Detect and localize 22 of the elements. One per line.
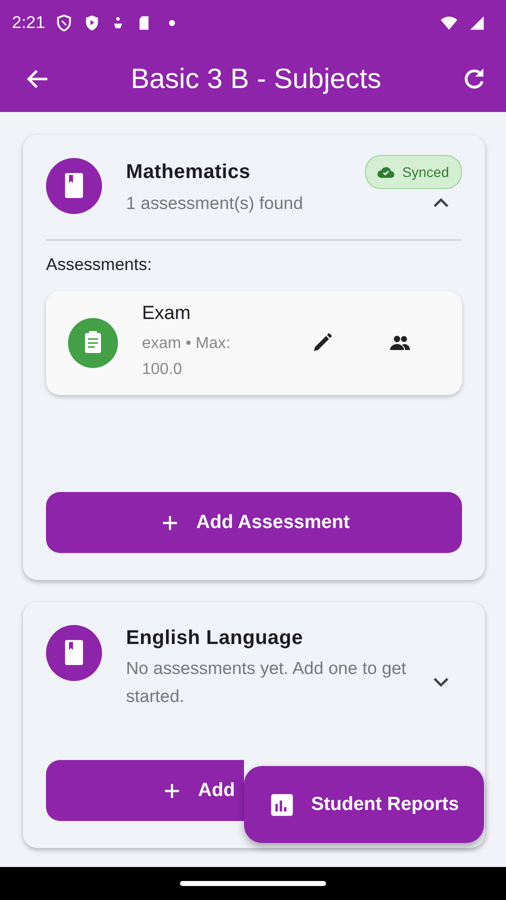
add-assessment-button[interactable]: Add — [46, 760, 244, 821]
home-handle[interactable] — [180, 881, 326, 886]
assessment-summary: 1 assessment(s) found — [126, 192, 304, 215]
assessment-title: Exam — [142, 303, 192, 325]
assessment-summary: No assessments yet. Add one to get started. — [126, 657, 408, 708]
synced-status: Synced — [365, 155, 462, 189]
subject-title: English Language — [126, 626, 304, 650]
student-reports-button[interactable]: Student Reports — [244, 766, 484, 843]
status-time: 2:21 — [12, 12, 46, 32]
screen-title: Basic 3 B - Subjects — [130, 62, 382, 94]
signal-icon — [468, 14, 486, 32]
wifi-icon — [440, 14, 458, 32]
shield-icon — [55, 14, 74, 32]
book-icon — [46, 158, 102, 214]
subject-title: Mathematics — [126, 160, 250, 184]
notification-dot-icon — [169, 20, 176, 26]
clipboard-icon — [68, 318, 118, 368]
assessment-details: exam • Max: 100.0 — [142, 334, 232, 380]
add-assessment-button[interactable]: Add Assessment — [46, 492, 462, 553]
section-label: Assessments: — [46, 255, 153, 275]
book-icon — [46, 625, 102, 681]
bar-chart-icon — [269, 792, 296, 818]
